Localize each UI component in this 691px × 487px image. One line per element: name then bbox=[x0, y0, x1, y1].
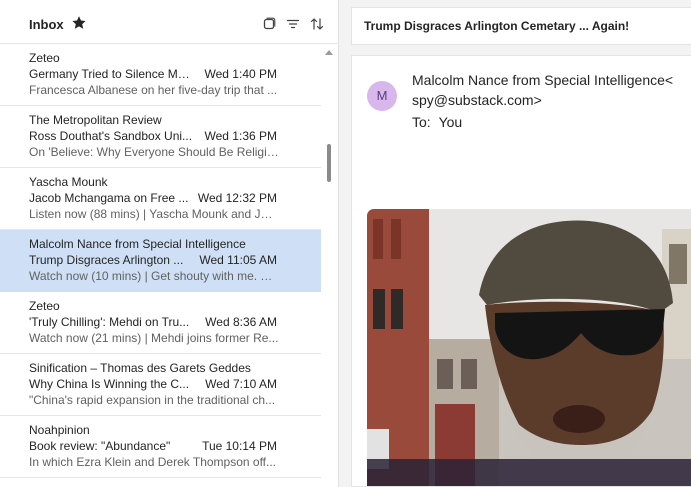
message-preview: "China's rapid expansion in the traditio… bbox=[29, 393, 276, 407]
message-sender: The Metropolitan Review bbox=[29, 113, 162, 127]
message-subject: Why China Is Winning the C... bbox=[29, 377, 190, 391]
filter-icon[interactable] bbox=[285, 16, 301, 32]
sort-icon[interactable] bbox=[309, 16, 325, 32]
message-time: Wed 8:36 AM bbox=[205, 315, 277, 329]
message-item[interactable]: Zeteo Germany Tried to Silence Me... Wed… bbox=[0, 44, 321, 106]
to-value[interactable]: You bbox=[439, 114, 463, 130]
message-subject: Germany Tried to Silence Me... bbox=[29, 67, 194, 81]
message-item[interactable]: Sinification – Thomas des Garets Geddes … bbox=[0, 354, 321, 416]
reading-pane: M Malcolm Nance from Special Intelligenc… bbox=[351, 55, 691, 487]
message-list: Zeteo Germany Tried to Silence Me... Wed… bbox=[0, 44, 321, 487]
message-subject: Ross Douthat's Sandbox Uni... bbox=[29, 129, 193, 143]
message-sender: Malcolm Nance from Special Intelligence bbox=[29, 237, 246, 251]
to-recipients: To: You bbox=[412, 114, 462, 130]
conversation-title: Trump Disgraces Arlington Cemetary ... A… bbox=[364, 19, 630, 33]
message-item[interactable]: Noahpinion Book review: "Abundance" Tue … bbox=[0, 416, 321, 478]
message-item[interactable]: Zeteo 'Truly Chilling': Mehdi on Tru... … bbox=[0, 292, 321, 354]
message-sender: Zeteo bbox=[29, 51, 60, 65]
select-mode-icon[interactable] bbox=[261, 16, 277, 32]
message-list-pane: Inbox Zeteo Germany Tried to Silence Me.… bbox=[0, 0, 339, 487]
message-preview: Listen now (88 mins) | Yascha Mounk and … bbox=[29, 207, 279, 221]
message-subject: Jacob Mchangama on Free ... bbox=[29, 191, 189, 205]
message-time: Wed 1:40 PM bbox=[204, 67, 277, 81]
message-preview: On 'Believe: Why Everyone Should Be Reli… bbox=[29, 145, 279, 159]
message-sender: Noahpinion bbox=[29, 423, 90, 437]
from-address[interactable]: Malcolm Nance from Special Intelligence< bbox=[412, 72, 673, 88]
message-subject: Trump Disgraces Arlington ... bbox=[29, 253, 184, 267]
message-time: Wed 12:32 PM bbox=[197, 191, 277, 205]
from-address-continued[interactable]: spy@substack.com> bbox=[412, 92, 542, 108]
message-preview: In which Ezra Klein and Derek Thompson o… bbox=[29, 455, 277, 469]
message-preview: Watch now (21 mins) | Mehdi joins former… bbox=[29, 331, 279, 345]
email-video-thumbnail[interactable] bbox=[367, 209, 691, 487]
message-time: Tue 10:14 PM bbox=[202, 439, 277, 453]
message-subject: 'Truly Chilling': Mehdi on Tru... bbox=[29, 315, 190, 329]
message-time: Wed 1:36 PM bbox=[204, 129, 277, 143]
to-label: To: bbox=[412, 114, 431, 130]
message-item[interactable]: Yascha Mounk Jacob Mchangama on Free ...… bbox=[0, 168, 321, 230]
message-preview: Watch now (10 mins) | Get shouty with me… bbox=[29, 269, 279, 283]
message-preview: Francesca Albanese on her five-day trip … bbox=[29, 83, 278, 97]
folder-title: Inbox bbox=[29, 17, 64, 32]
list-scrollbar-thumb[interactable] bbox=[327, 144, 331, 182]
message-subject: Book review: "Abundance" bbox=[29, 439, 171, 453]
sender-avatar[interactable]: M bbox=[367, 81, 397, 111]
scroll-up-arrow-icon[interactable] bbox=[325, 50, 333, 55]
message-item-selected[interactable]: Malcolm Nance from Special Intelligence … bbox=[0, 230, 321, 292]
message-time: Wed 11:05 AM bbox=[199, 253, 277, 267]
message-item[interactable]: The Metropolitan Review Ross Douthat's S… bbox=[0, 106, 321, 168]
star-icon[interactable] bbox=[71, 15, 87, 31]
message-time: Wed 7:10 AM bbox=[205, 377, 277, 391]
message-sender: Yascha Mounk bbox=[29, 175, 108, 189]
conversation-header: Trump Disgraces Arlington Cemetary ... A… bbox=[351, 7, 691, 45]
message-sender: Sinification – Thomas des Garets Geddes bbox=[29, 361, 251, 375]
list-header: Inbox bbox=[0, 0, 338, 44]
message-sender: Zeteo bbox=[29, 299, 60, 313]
